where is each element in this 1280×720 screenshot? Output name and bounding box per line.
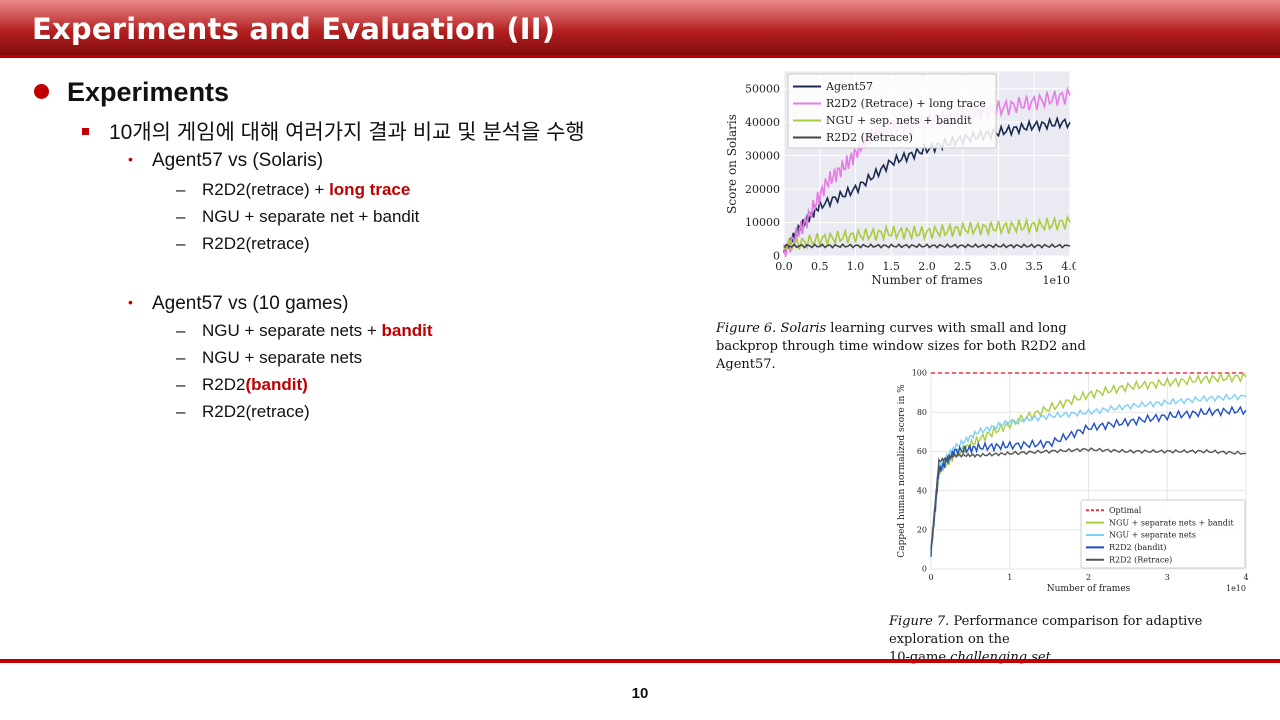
slide-title: Experiments and Evaluation (II) bbox=[32, 12, 556, 46]
y-axis-label: Score on Solaris bbox=[725, 114, 739, 214]
x-tick-label: 2 bbox=[1086, 573, 1091, 582]
y-tick-label: 80 bbox=[917, 408, 927, 417]
x-tick-label: 1 bbox=[1007, 573, 1012, 582]
legend-label: NGU + sep. nets + bandit bbox=[826, 114, 972, 127]
item-emphasis: bandit bbox=[381, 321, 433, 340]
x-tick-label: 0 bbox=[928, 573, 933, 582]
dash-icon: – bbox=[176, 234, 186, 253]
x-tick-label: 1.0 bbox=[847, 260, 865, 273]
item-emphasis: long trace bbox=[329, 180, 411, 199]
legend-label: Agent57 bbox=[825, 80, 873, 93]
figure6-svg: 0.0 0.5 1.0 1.5 2.0 2.5 3.0 3.5 4.00100002000030… bbox=[725, 71, 1079, 287]
x-tick-label: 2.0 bbox=[918, 260, 936, 273]
legend-label: R2D2 (Retrace) + long trace bbox=[826, 97, 986, 110]
item-text: NGU + separate net + bandit bbox=[202, 207, 420, 226]
x-multiplier-label: 1e10 bbox=[1226, 584, 1246, 593]
list-item: – NGU + separate net + bandit bbox=[176, 207, 419, 227]
heading-text: Experiments bbox=[67, 77, 230, 107]
caption-label: Figure 6. bbox=[716, 321, 777, 336]
legend-label: R2D2 (Retrace) bbox=[826, 131, 913, 144]
group2-text: Agent57 vs (10 games) bbox=[152, 293, 349, 314]
legend-label: NGU + separate nets bbox=[1109, 531, 1196, 540]
list-item: – R2D2(retrace) bbox=[176, 234, 310, 254]
title-rule bbox=[0, 55, 1280, 58]
y-tick-label: 20000 bbox=[745, 183, 780, 196]
list-item: – R2D2(bandit) bbox=[176, 375, 308, 395]
square-bullet-icon bbox=[82, 128, 89, 135]
sub-text: 10개의 게임에 대해 여러가지 결과 비교 및 분석을 수행 bbox=[109, 121, 585, 144]
x-tick-label: 3.0 bbox=[990, 260, 1008, 273]
group2-label: • Agent57 vs (10 games) bbox=[128, 293, 348, 315]
legend-label: Optimal bbox=[1109, 506, 1142, 515]
item-text: R2D2(retrace) bbox=[202, 402, 310, 421]
footer-rule bbox=[0, 659, 1280, 663]
heading-experiments: Experiments bbox=[34, 77, 229, 108]
legend-label: R2D2 (Retrace) bbox=[1109, 555, 1172, 564]
y-axis-label: Capped human normalized score in % bbox=[897, 384, 907, 558]
caption-label: Figure 7. bbox=[889, 614, 950, 629]
dash-icon: – bbox=[176, 375, 186, 394]
y-tick-label: 40000 bbox=[745, 116, 780, 129]
figure7-svg: 0 1 2 3 4020406080100Number of frames 1e10Cap… bbox=[897, 369, 1249, 594]
x-tick-label: 1.5 bbox=[883, 260, 901, 273]
y-tick-label: 10000 bbox=[745, 216, 780, 229]
y-tick-label: 0 bbox=[773, 250, 780, 263]
item-text: NGU + separate nets + bbox=[202, 321, 382, 340]
caption-italic: Solaris bbox=[780, 321, 827, 336]
dash-icon: – bbox=[176, 321, 186, 340]
dash-icon: – bbox=[176, 180, 186, 199]
x-tick-label: 0.5 bbox=[811, 260, 829, 273]
figure7-chart: 0 1 2 3 4 0 20 40 60 80 100 Number of frames 1e10 Cap… bbox=[888, 364, 1278, 596]
y-tick-label: 20 bbox=[917, 525, 927, 534]
x-tick-label: 4.0 bbox=[1061, 260, 1076, 273]
list-item: – NGU + separate nets bbox=[176, 348, 362, 368]
y-tick-label: 50000 bbox=[745, 82, 780, 95]
item-text: R2D2(retrace) bbox=[202, 234, 310, 253]
x-axis-label: Number of frames bbox=[1047, 584, 1131, 594]
x-multiplier-label: 1e10 bbox=[1042, 274, 1070, 287]
red-dot-icon: • bbox=[128, 151, 133, 167]
item-text: NGU + separate nets bbox=[202, 348, 363, 367]
dash-icon: – bbox=[176, 348, 186, 367]
legend-label: R2D2 (bandit) bbox=[1109, 543, 1166, 552]
legend-label: NGU + separate nets + bandit bbox=[1109, 518, 1234, 527]
y-tick-label: 30000 bbox=[745, 149, 780, 162]
x-tick-label: 2.5 bbox=[954, 260, 972, 273]
item-emphasis: (bandit) bbox=[245, 375, 308, 394]
group1-label: • Agent57 vs (Solaris) bbox=[128, 150, 323, 172]
list-item: – R2D2(retrace) + long trace bbox=[176, 180, 410, 200]
group1-text: Agent57 vs (Solaris) bbox=[152, 150, 324, 171]
figure6-chart: 0.0 0.5 1.0 1.5 2.0 2.5 3.0 3.5 4.0 0 10000 20000 30… bbox=[716, 66, 1079, 298]
list-item: – R2D2(retrace) bbox=[176, 402, 310, 422]
red-dot-icon: • bbox=[128, 294, 133, 310]
sub-bullet: 10개의 게임에 대해 여러가지 결과 비교 및 분석을 수행 bbox=[82, 116, 585, 146]
page-number: 10 bbox=[631, 685, 649, 702]
dash-icon: – bbox=[176, 402, 186, 421]
list-item: – NGU + separate nets + bandit bbox=[176, 321, 433, 341]
x-tick-label: 3 bbox=[1165, 573, 1170, 582]
y-tick-label: 100 bbox=[912, 369, 927, 378]
x-tick-label: 3.5 bbox=[1026, 260, 1044, 273]
y-tick-label: 0 bbox=[922, 565, 927, 574]
y-tick-label: 60 bbox=[917, 447, 927, 456]
bullet-dot-icon bbox=[34, 84, 49, 99]
y-tick-label: 40 bbox=[917, 486, 927, 495]
x-tick-label: 4 bbox=[1243, 573, 1248, 582]
x-axis-label: Number of frames bbox=[871, 273, 982, 287]
item-text: R2D2(retrace) + bbox=[202, 180, 330, 199]
item-text: R2D2 bbox=[202, 375, 246, 394]
dash-icon: – bbox=[176, 207, 186, 226]
title-bar: Experiments and Evaluation (II) bbox=[0, 0, 1280, 58]
